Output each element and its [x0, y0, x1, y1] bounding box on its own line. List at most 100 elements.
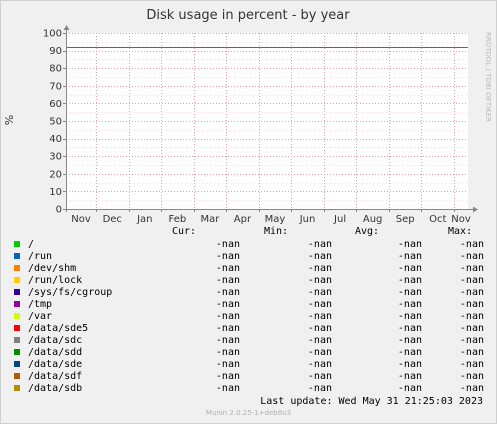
legend-value-cur: -nan — [215, 371, 240, 382]
x-tick-label: May — [265, 214, 286, 225]
legend-swatch — [14, 289, 20, 295]
legend-value-cur: -nan — [215, 287, 240, 298]
legend-value-min: -nan — [307, 383, 332, 394]
x-tick-label: Jan — [136, 214, 152, 225]
legend-swatch — [14, 361, 20, 367]
legend-row: /tmp -nan -nan -nan -nan — [0, 299, 497, 311]
legend-value-avg: -nan — [397, 251, 422, 262]
y-tick-label: 50 — [49, 117, 62, 128]
legend-row: /var -nan -nan -nan -nan — [0, 311, 497, 323]
legend-value-avg: -nan — [397, 275, 422, 286]
legend-row: /run -nan -nan -nan -nan — [0, 251, 497, 263]
legend-value-cur: -nan — [215, 299, 240, 310]
legend-swatch — [14, 301, 20, 307]
rrdtool-watermark: RRDTOOL / TOBI OETIKER — [484, 32, 492, 122]
y-tick-label: 90 — [49, 46, 62, 57]
legend-swatch — [14, 325, 20, 331]
legend-value-avg: -nan — [397, 311, 422, 322]
legend-row: /data/sde5 -nan -nan -nan -nan — [0, 323, 497, 335]
legend-swatch — [14, 373, 20, 379]
chart: Disk usage in percent - by year RRDTOOL … — [3, 8, 492, 225]
legend-value-avg: -nan — [397, 347, 422, 358]
header-min: Min: — [264, 226, 289, 237]
x-tick-label: Aug — [363, 214, 383, 225]
legend-value-avg: -nan — [397, 383, 422, 394]
legend-value-max: -nan — [459, 299, 484, 310]
legend-swatch — [14, 265, 20, 271]
y-tick-labels: 0 10 20 30 40 50 60 70 80 90 100 — [43, 29, 62, 216]
legend-swatch — [14, 349, 20, 355]
y-tick-label: 20 — [49, 169, 62, 180]
legend-series-name: /data/sdc — [28, 335, 83, 346]
legend-series-name: /dev/shm — [28, 263, 77, 274]
legend-value-cur: -nan — [215, 311, 240, 322]
legend-value-min: -nan — [307, 323, 332, 334]
x-tick-label: Apr — [234, 214, 252, 225]
legend-value-avg: -nan — [397, 359, 422, 370]
y-tick-label: 100 — [43, 29, 62, 40]
y-tick-label: 10 — [49, 187, 62, 198]
legend-swatch — [14, 241, 20, 247]
x-tick-label: Feb — [169, 214, 187, 225]
legend-value-min: -nan — [307, 239, 332, 250]
legend-series-name: /run — [28, 251, 53, 262]
legend-row: /data/sdb -nan -nan -nan -nan — [0, 383, 497, 395]
y-tick-label: 80 — [49, 64, 62, 75]
legend-value-cur: -nan — [215, 347, 240, 358]
x-tick-label: Sep — [396, 214, 415, 225]
legend-value-min: -nan — [307, 347, 332, 358]
legend-row: / -nan -nan -nan -nan — [0, 239, 497, 251]
legend-series-name: /data/sde — [28, 359, 83, 370]
legend-row: /data/sdc -nan -nan -nan -nan — [0, 335, 497, 347]
legend-value-cur: -nan — [215, 275, 240, 286]
x-tick-label: Nov — [451, 214, 471, 225]
legend-series-name: /data/sdd — [28, 347, 83, 358]
legend-value-cur: -nan — [215, 251, 240, 262]
legend-value-avg: -nan — [397, 299, 422, 310]
legend-value-min: -nan — [307, 359, 332, 370]
legend-row: /run/lock -nan -nan -nan -nan — [0, 275, 497, 287]
legend-value-max: -nan — [459, 287, 484, 298]
munin-version: Munin 2.0.25-1+deb8u3 — [205, 409, 292, 417]
legend-value-cur: -nan — [215, 359, 240, 370]
legend-value-cur: -nan — [215, 323, 240, 334]
legend-value-min: -nan — [307, 275, 332, 286]
legend-header: Cur: Min: Avg: Max: — [0, 226, 497, 239]
legend-value-cur: -nan — [215, 335, 240, 346]
legend-value-cur: -nan — [215, 239, 240, 250]
legend-series-name: /data/sdb — [28, 383, 83, 394]
x-tick-label: Dec — [103, 214, 122, 225]
legend-value-max: -nan — [459, 311, 484, 322]
legend-row: /data/sdf -nan -nan -nan -nan — [0, 371, 497, 383]
legend-row: /data/sde -nan -nan -nan -nan — [0, 359, 497, 371]
legend-value-max: -nan — [459, 335, 484, 346]
legend-series-name: / — [28, 239, 35, 250]
legend-value-max: -nan — [459, 347, 484, 358]
legend-swatch — [14, 385, 20, 391]
legend-value-max: -nan — [459, 275, 484, 286]
legend-swatch — [14, 313, 20, 319]
x-tick-label: Mar — [200, 214, 220, 225]
x-tick-label: Jul — [333, 214, 346, 225]
y-tick-label: 30 — [49, 152, 62, 163]
legend-value-max: -nan — [459, 371, 484, 382]
legend-value-min: -nan — [307, 299, 332, 310]
legend-value-max: -nan — [459, 383, 484, 394]
legend-value-min: -nan — [307, 371, 332, 382]
legend-series-name: /sys/fs/cgroup — [28, 287, 113, 298]
legend-value-min: -nan — [307, 263, 332, 274]
x-tick-label: Nov — [71, 214, 91, 225]
legend-value-avg: -nan — [397, 335, 422, 346]
legend-value-min: -nan — [307, 335, 332, 346]
legend-row: /sys/fs/cgroup -nan -nan -nan -nan — [0, 287, 497, 299]
y-axis-arrow — [63, 25, 70, 30]
legend-series-name: /data/sdf — [28, 371, 83, 382]
legend-row: /data/sdd -nan -nan -nan -nan — [0, 347, 497, 359]
chart-title: Disk usage in percent - by year — [146, 8, 350, 23]
legend-value-max: -nan — [459, 251, 484, 262]
x-tick-label: Oct — [429, 214, 446, 225]
y-tick-label: 0 — [56, 205, 62, 216]
legend-value-cur: -nan — [215, 383, 240, 394]
x-tick-labels: Nov Dec Jan Feb Mar Apr May Jun Jul Aug Sep Oct Nov — [71, 214, 471, 225]
legend-value-max: -nan — [459, 263, 484, 274]
